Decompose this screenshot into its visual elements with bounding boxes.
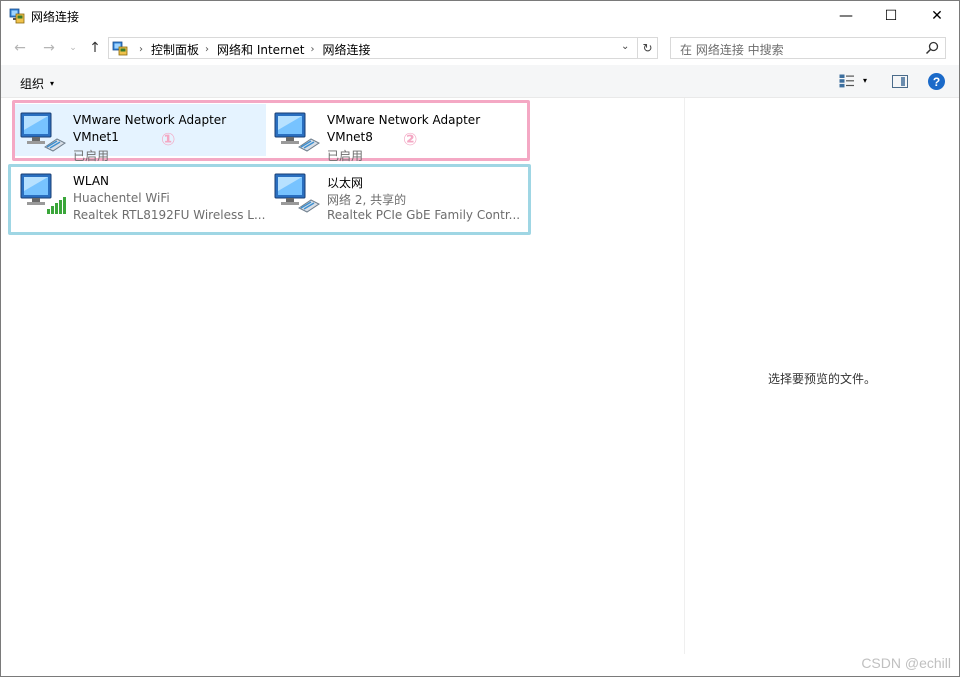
- address-bar[interactable]: › 控制面板 › 网络和 Internet › 网络连接 ⌄: [108, 37, 638, 59]
- title-bar: 网络连接 — ☐ ✕: [1, 1, 959, 31]
- back-button[interactable]: ←: [11, 39, 29, 57]
- adapter-status: 已启用: [73, 149, 110, 163]
- arrow-left-icon: ←: [14, 40, 26, 56]
- network-connections-icon: [9, 8, 25, 24]
- refresh-icon: ↻: [642, 41, 653, 55]
- adapter-name: VMware Network Adapter: [73, 113, 227, 127]
- adapter-ethernet[interactable]: 以太网 网络 2, 共享的 Realtek PCIe GbE Family Co…: [269, 165, 520, 222]
- breadcrumb-separator: ›: [139, 44, 143, 55]
- command-bar: 组织 ▾ ▾ ?: [1, 65, 959, 98]
- adapter-vmnet8[interactable]: VMware Network Adapter VMnet8 已启用: [269, 104, 520, 163]
- wifi-signal-icon: [20, 173, 66, 214]
- help-icon[interactable]: ?: [928, 73, 945, 90]
- caret-down-icon: ▾: [50, 79, 55, 88]
- close-button[interactable]: ✕: [914, 1, 960, 31]
- adapter-network: VMnet8: [327, 130, 373, 144]
- adapter-network: Huachentel WiFi: [73, 191, 170, 205]
- adapter-network: 网络 2, 共享的: [327, 193, 407, 207]
- explorer-window: 网络连接 — ☐ ✕ ← → ⌄ ↑ › 控制面板 › 网络和 Internet…: [0, 0, 960, 677]
- search-input[interactable]: 在 网络连接 中搜索: [670, 37, 946, 59]
- organize-label: 组织: [20, 77, 45, 91]
- breadcrumb-separator[interactable]: ›: [205, 44, 209, 55]
- change-view-icon[interactable]: [839, 74, 855, 88]
- forward-button[interactable]: →: [40, 39, 58, 57]
- status-bar: CSDN @echill: [1, 654, 959, 676]
- window-title: 网络连接: [31, 10, 80, 24]
- minimize-icon: —: [839, 8, 853, 24]
- breadcrumb-separator[interactable]: ›: [310, 44, 314, 55]
- adapter-status: 已启用: [327, 149, 364, 163]
- minimize-button[interactable]: —: [823, 1, 869, 31]
- search-placeholder: 在 网络连接 中搜索: [680, 43, 784, 57]
- preview-pane: 选择要预览的文件。: [684, 98, 959, 654]
- adapter-name: VMware Network Adapter: [327, 113, 481, 127]
- annotation-number-2: ②: [403, 130, 418, 150]
- adapter-vmnet1[interactable]: VMware Network Adapter VMnet1 已启用: [15, 104, 266, 163]
- up-button[interactable]: ↑: [86, 39, 104, 57]
- adapter-list: VMware Network Adapter VMnet1 已启用 VMware…: [1, 98, 684, 654]
- chevron-down-icon: ⌄: [69, 43, 77, 53]
- maximize-button[interactable]: ☐: [868, 1, 914, 31]
- breadcrumb: › 控制面板 › 网络和 Internet › 网络连接: [133, 41, 371, 58]
- breadcrumb-control-panel[interactable]: 控制面板: [151, 41, 199, 58]
- organize-menu-button[interactable]: 组织 ▾: [20, 75, 54, 92]
- network-cable-icon: [274, 173, 320, 213]
- address-dropdown-button[interactable]: ⌄: [621, 41, 629, 52]
- adapter-device: Realtek PCIe GbE Family Contr...: [327, 208, 521, 222]
- adapter-network: VMnet1: [73, 130, 119, 144]
- search-icon: [925, 41, 939, 55]
- navigation-bar: ← → ⌄ ↑ › 控制面板 › 网络和 Internet › 网络连接 ⌄ ↻…: [1, 31, 959, 65]
- close-icon: ✕: [931, 8, 943, 24]
- adapter-name: WLAN: [73, 174, 110, 188]
- refresh-button[interactable]: ↻: [638, 37, 658, 59]
- control-panel-icon: [112, 41, 128, 56]
- network-cable-icon: [20, 112, 66, 152]
- preview-empty-message: 选择要预览的文件。: [767, 372, 876, 386]
- arrow-right-icon: →: [43, 40, 55, 56]
- arrow-up-icon: ↑: [89, 40, 101, 56]
- view-options-caret-icon[interactable]: ▾: [863, 76, 867, 85]
- adapter-device: Realtek RTL8192FU Wireless L...: [73, 208, 266, 222]
- recent-locations-button[interactable]: ⌄: [64, 39, 82, 57]
- network-cable-icon: [274, 112, 320, 152]
- chevron-down-icon: ⌄: [621, 41, 630, 52]
- breadcrumb-network-connections[interactable]: 网络连接: [322, 41, 370, 58]
- preview-pane-toggle-icon[interactable]: [892, 75, 908, 88]
- breadcrumb-network-internet[interactable]: 网络和 Internet: [217, 41, 304, 58]
- adapter-name: 以太网: [327, 176, 364, 190]
- maximize-icon: ☐: [884, 8, 898, 24]
- watermark: CSDN @echill: [861, 655, 951, 671]
- annotation-number-1: ①: [161, 130, 176, 150]
- adapter-wlan[interactable]: WLAN Huachentel WiFi Realtek RTL8192FU W…: [15, 165, 266, 222]
